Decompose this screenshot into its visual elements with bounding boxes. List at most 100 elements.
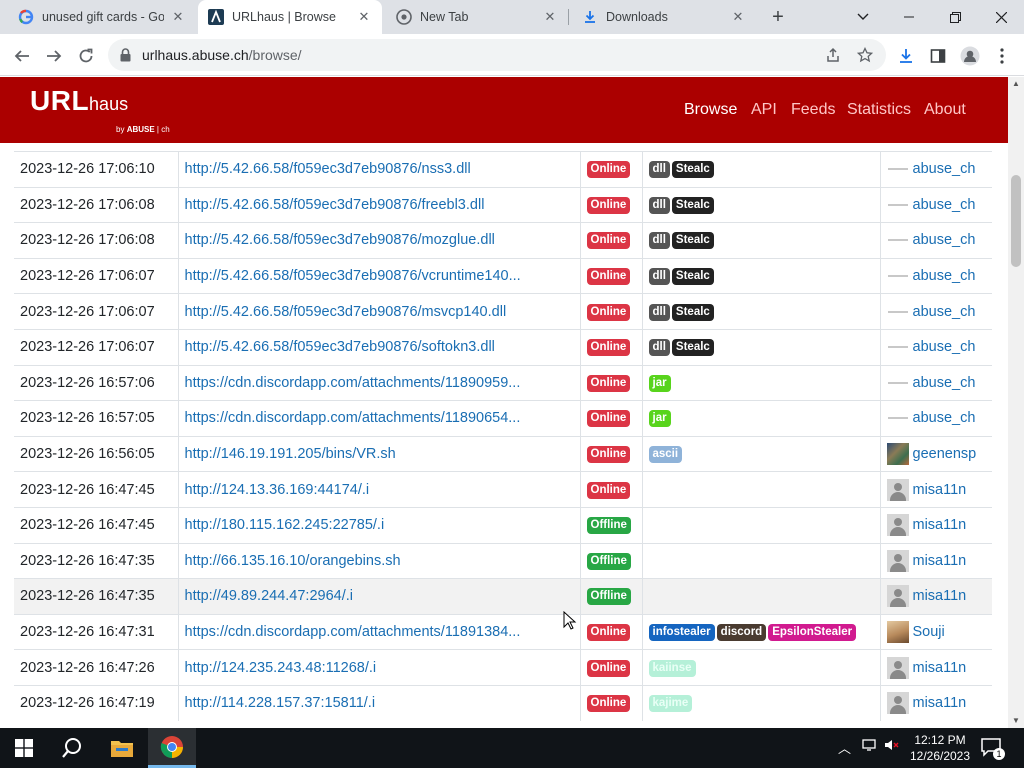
search-icon[interactable]	[48, 728, 96, 768]
close-tab-icon[interactable]: ✕	[542, 9, 558, 25]
back-icon[interactable]	[8, 42, 36, 70]
reload-icon[interactable]	[72, 42, 100, 70]
file-explorer-icon[interactable]	[98, 728, 146, 768]
minimize-icon[interactable]	[886, 0, 932, 34]
taskbar-clock[interactable]: 12:12 PM 12/26/2023	[906, 732, 974, 764]
reporter-link[interactable]: misa11n	[913, 481, 967, 497]
tag-badge[interactable]: Stealc	[671, 339, 714, 357]
tag-badge[interactable]: discord	[716, 624, 767, 642]
reporter-link[interactable]: abuse_ch	[913, 161, 976, 177]
malware-url-link[interactable]: http://5.42.66.58/f059ec3d7eb90876/msvcp…	[185, 304, 571, 320]
malware-url-link[interactable]: http://114.228.157.37:15811/.i	[185, 695, 571, 711]
urlhaus-icon	[208, 9, 224, 25]
bookmark-star-icon[interactable]	[854, 44, 876, 66]
reporter-link[interactable]: misa11n	[913, 695, 967, 711]
malware-url-link[interactable]: https://cdn.discordapp.com/attachments/1…	[185, 624, 571, 640]
reporter-link[interactable]: abuse_ch	[913, 268, 976, 284]
lock-icon[interactable]	[120, 48, 131, 67]
reporter-link[interactable]: misa11n	[913, 659, 967, 675]
tag-badge[interactable]: jar	[648, 410, 671, 428]
network-icon[interactable]	[862, 738, 878, 755]
close-tab-icon[interactable]: ✕	[356, 9, 372, 25]
reporter-link[interactable]: abuse_ch	[913, 197, 976, 213]
urlhaus-logo[interactable]: URLhaus by ABUSE | ch	[30, 85, 170, 134]
reporter-link[interactable]: abuse_ch	[913, 339, 976, 355]
close-window-icon[interactable]	[978, 0, 1024, 34]
reporter-cell: misa11n	[880, 542, 992, 579]
tag-badge[interactable]: Stealc	[671, 232, 714, 250]
tag-badge[interactable]: dll	[648, 268, 670, 286]
reporter-link[interactable]: misa11n	[913, 553, 967, 569]
restore-icon[interactable]	[932, 0, 978, 34]
scroll-up-icon[interactable]: ▲	[1011, 79, 1021, 89]
malware-url-link[interactable]: http://5.42.66.58/f059ec3d7eb90876/freeb…	[185, 197, 571, 213]
tray-chevron-icon[interactable]: ︿	[838, 738, 851, 757]
close-tab-icon[interactable]: ✕	[730, 9, 746, 25]
tag-badge[interactable]: EpsilonStealer	[768, 624, 857, 642]
reporter-link[interactable]: abuse_ch	[913, 232, 976, 248]
forward-icon[interactable]	[40, 42, 68, 70]
tab-downloads[interactable]: Downloads ✕	[572, 0, 756, 34]
chrome-taskbar-icon[interactable]	[148, 728, 196, 768]
malware-url-link[interactable]: http://124.13.36.169:44174/.i	[185, 482, 571, 498]
share-icon[interactable]	[822, 44, 844, 66]
nav-statistics[interactable]: Statistics	[847, 101, 911, 119]
tag-badge[interactable]: Stealc	[671, 161, 714, 179]
tab-urlhaus[interactable]: URLhaus | Browse ✕	[198, 0, 382, 34]
tag-badge[interactable]: Stealc	[671, 268, 714, 286]
malware-url-link[interactable]: http://5.42.66.58/f059ec3d7eb90876/softo…	[185, 339, 571, 355]
tab-search-icon[interactable]	[840, 0, 886, 34]
tag-badge[interactable]: kajime	[648, 695, 693, 713]
page-scrollbar[interactable]: ▲ ▼	[1008, 77, 1024, 728]
scrollbar-thumb[interactable]	[1011, 175, 1021, 267]
reporter-link[interactable]: misa11n	[913, 588, 967, 604]
new-tab-button[interactable]: +	[766, 5, 790, 29]
reporter-link[interactable]: misa11n	[913, 517, 967, 533]
malware-url-link[interactable]: http://146.19.191.205/bins/VR.sh	[185, 446, 571, 462]
reporter-link[interactable]: Souji	[913, 624, 945, 640]
reporter-link[interactable]: geenensp	[913, 446, 977, 462]
profile-icon[interactable]	[956, 42, 984, 70]
malware-url-link[interactable]: http://5.42.66.58/f059ec3d7eb90876/vcrun…	[185, 268, 571, 284]
close-tab-icon[interactable]: ✕	[170, 9, 186, 25]
tag-badge[interactable]: dll	[648, 339, 670, 357]
more-menu-icon[interactable]	[988, 42, 1016, 70]
volume-muted-icon[interactable]	[884, 738, 900, 755]
malware-url-link[interactable]: http://124.235.243.48:11268/.i	[185, 660, 571, 676]
tag-badge[interactable]: jar	[648, 374, 671, 392]
tag-badge[interactable]: dll	[648, 161, 670, 179]
nav-about[interactable]: About	[924, 101, 966, 119]
malware-url-link[interactable]: http://5.42.66.58/f059ec3d7eb90876/nss3.…	[185, 161, 571, 177]
tab-google[interactable]: unused gift cards - Go ✕	[8, 0, 196, 34]
side-panel-icon[interactable]	[924, 42, 952, 70]
reporter-link[interactable]: abuse_ch	[913, 375, 976, 391]
downloads-toolbar-icon[interactable]	[892, 42, 920, 70]
tag-badge[interactable]: ascii	[648, 446, 683, 464]
tag-badge[interactable]: Stealc	[671, 303, 714, 321]
nav-api[interactable]: API	[751, 101, 777, 119]
tag-badge[interactable]: dll	[648, 303, 670, 321]
tab-new-tab[interactable]: New Tab ✕	[386, 0, 568, 34]
tags-cell: jar	[642, 400, 881, 437]
malware-url-link[interactable]: http://66.135.16.10/orangebins.sh	[185, 553, 571, 569]
nav-browse[interactable]: Browse	[684, 101, 737, 119]
malware-url-link[interactable]: http://49.89.244.47:2964/.i	[185, 588, 571, 604]
date-added-cell: 2023-12-26 16:47:35	[14, 578, 179, 615]
tag-badge[interactable]: kaiinse	[648, 659, 696, 677]
tag-badge[interactable]: Stealc	[671, 196, 714, 214]
tag-badge[interactable]: infostealer	[648, 624, 715, 642]
nav-feeds[interactable]: Feeds	[791, 101, 835, 119]
reporter-link[interactable]: abuse_ch	[913, 304, 976, 320]
malware-url-link[interactable]: http://5.42.66.58/f059ec3d7eb90876/mozgl…	[185, 232, 571, 248]
start-windows-icon[interactable]	[0, 728, 48, 768]
malware-url-link[interactable]: https://cdn.discordapp.com/attachments/1…	[185, 375, 571, 391]
notifications-icon[interactable]: 1	[980, 736, 1005, 760]
reporter-link[interactable]: abuse_ch	[913, 410, 976, 426]
download-icon	[582, 9, 598, 25]
malware-url-link[interactable]: http://180.115.162.245:22785/.i	[185, 517, 571, 533]
tag-badge[interactable]: dll	[648, 232, 670, 250]
tag-badge[interactable]: dll	[648, 196, 670, 214]
scroll-down-icon[interactable]: ▼	[1011, 716, 1021, 726]
address-bar[interactable]: urlhaus.abuse.ch/browse/	[108, 39, 886, 71]
malware-url-link[interactable]: https://cdn.discordapp.com/attachments/1…	[185, 410, 571, 426]
